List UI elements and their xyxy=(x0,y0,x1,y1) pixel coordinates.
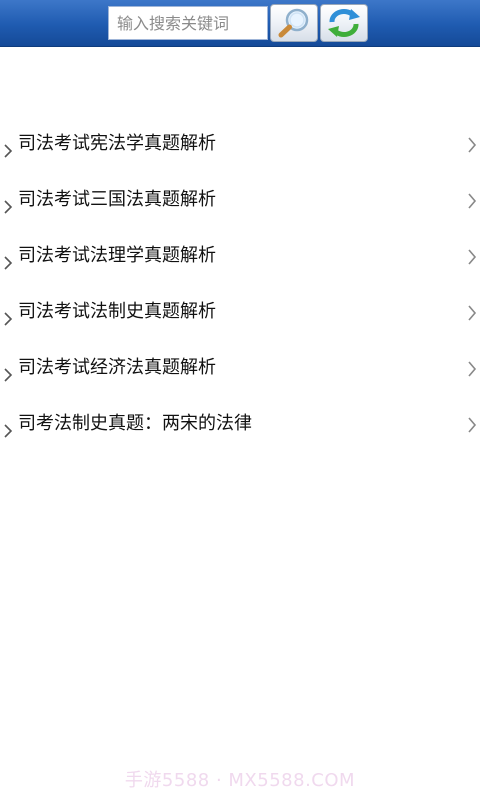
refresh-icon xyxy=(328,9,360,37)
chevron-right-icon xyxy=(468,361,477,377)
list-item[interactable]: 司考法制史真题：两宋的法律 xyxy=(0,398,480,454)
top-toolbar xyxy=(0,0,480,47)
search-input[interactable] xyxy=(108,6,268,40)
list-item-label: 司法考试法制史真题解析 xyxy=(18,301,216,322)
chevron-right-icon xyxy=(4,256,13,270)
chevron-right-icon xyxy=(4,144,13,158)
refresh-button[interactable] xyxy=(320,4,368,42)
list-item-label: 司考法制史真题：两宋的法律 xyxy=(18,413,252,434)
chevron-right-icon xyxy=(468,249,477,265)
list-item[interactable]: 司法考试法制史真题解析 xyxy=(0,286,480,342)
list-item-label: 司法考试法理学真题解析 xyxy=(18,245,216,266)
list-item-label: 司法考试宪法学真题解析 xyxy=(18,133,216,154)
article-list: 司法考试宪法学真题解析 司法考试三国法真题解析 司法考试法理学真题解析 司法考试… xyxy=(0,118,480,454)
list-item[interactable]: 司法考试法理学真题解析 xyxy=(0,230,480,286)
magnifier-icon xyxy=(278,8,309,38)
list-item[interactable]: 司法考试三国法真题解析 xyxy=(0,174,480,230)
list-item-label: 司法考试三国法真题解析 xyxy=(18,189,216,210)
search-button[interactable] xyxy=(270,4,318,42)
chevron-right-icon xyxy=(468,417,477,433)
chevron-right-icon xyxy=(468,137,477,153)
chevron-right-icon xyxy=(4,312,13,326)
screen: 司法考试宪法学真题解析 司法考试三国法真题解析 司法考试法理学真题解析 xyxy=(0,0,480,800)
list-item[interactable]: 司法考试宪法学真题解析 xyxy=(0,118,480,174)
chevron-right-icon xyxy=(4,368,13,382)
chevron-right-icon xyxy=(4,424,13,438)
watermark: 手游5588 · MX5588.COM xyxy=(124,770,356,791)
chevron-right-icon xyxy=(468,193,477,209)
chevron-right-icon xyxy=(4,200,13,214)
list-item[interactable]: 司法考试经济法真题解析 xyxy=(0,342,480,398)
chevron-right-icon xyxy=(468,305,477,321)
list-item-label: 司法考试经济法真题解析 xyxy=(18,357,216,378)
